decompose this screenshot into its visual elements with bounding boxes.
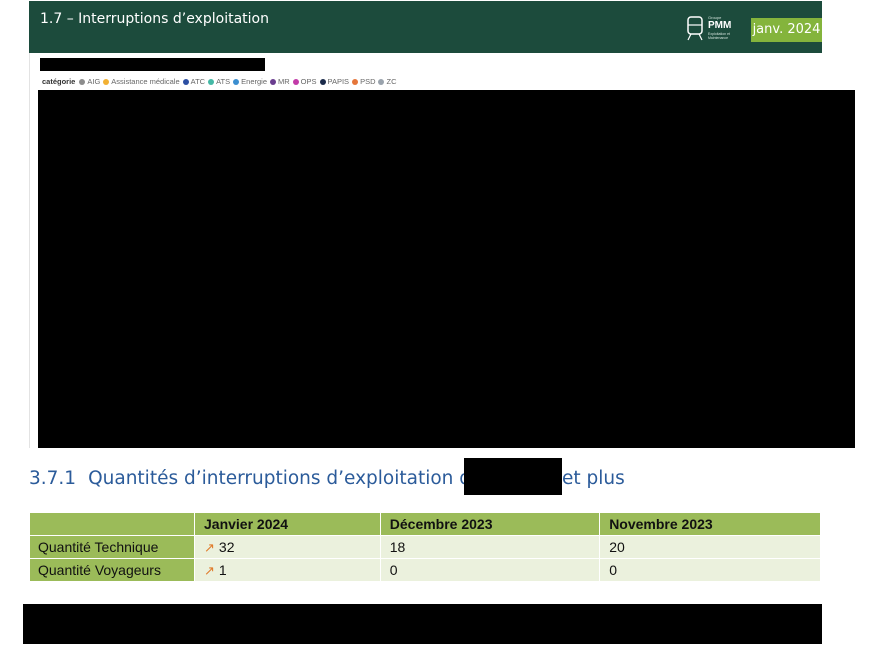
table-cell: 18 bbox=[379, 535, 601, 559]
table-cell: 20 bbox=[599, 535, 821, 559]
table-header-row: Janvier 2024 Décembre 2023 Novembre 2023 bbox=[29, 512, 821, 536]
legend-item: PAPIS bbox=[319, 77, 350, 86]
report-header: 1.7 – Interruptions d’exploitation Group… bbox=[29, 1, 822, 53]
legend-dot-icon bbox=[233, 78, 240, 85]
legend-item: Energie bbox=[233, 77, 267, 86]
table-cell: 0 bbox=[379, 558, 601, 582]
section-title-start: Quantités d’interruptions d’exploitation… bbox=[88, 468, 483, 489]
section-heading: 3.7.1 Quantités d’interruptions d’exploit… bbox=[29, 468, 482, 489]
column-header: Novembre 2023 bbox=[599, 512, 821, 536]
legend-dot-icon bbox=[208, 78, 215, 85]
table-row: Quantité Technique ↗ 32 18 20 bbox=[29, 535, 821, 559]
legend-dot-icon bbox=[182, 78, 189, 85]
section-title-end: et plus bbox=[562, 468, 625, 489]
legend-dot-icon bbox=[378, 78, 385, 85]
legend-item: ZC bbox=[378, 77, 396, 86]
legend-label: MR bbox=[278, 77, 290, 86]
legend-item: ATC bbox=[182, 77, 206, 86]
row-label: Quantité Voyageurs bbox=[29, 558, 195, 582]
train-icon bbox=[687, 16, 703, 41]
legend-label: OPS bbox=[300, 77, 317, 86]
table-corner-cell bbox=[29, 512, 195, 536]
pmm-logo: Groupe PMM Exploitation et Maintenance bbox=[686, 15, 736, 43]
legend-item: AIG bbox=[79, 77, 100, 86]
legend-dot-icon bbox=[270, 78, 276, 85]
table-cell: ↗ 1 bbox=[194, 558, 381, 582]
redacted-footer-block bbox=[23, 604, 822, 644]
table-cell: 0 bbox=[599, 558, 821, 582]
quantities-table: Janvier 2024 Décembre 2023 Novembre 2023… bbox=[29, 512, 821, 582]
logo-name: PMM bbox=[708, 20, 732, 31]
period-badge: janv. 2024 bbox=[751, 18, 822, 42]
section-number: 3.7.1 bbox=[29, 468, 77, 489]
chart-left-border bbox=[29, 53, 30, 448]
trend-up-icon: ↗ bbox=[204, 562, 215, 578]
legend-items: AIG Assistance médicale ATC ATS Energie MR OPS… bbox=[79, 77, 399, 86]
report-title: 1.7 – Interruptions d’exploitation bbox=[40, 11, 269, 27]
chart-legend: catégorie AIG Assistance médicale ATC ATS En… bbox=[42, 77, 399, 86]
trend-up-icon: ↗ bbox=[204, 539, 215, 555]
column-header: Janvier 2024 bbox=[194, 512, 381, 536]
legend-label: Energie bbox=[241, 77, 267, 86]
legend-dot-icon bbox=[319, 78, 326, 85]
legend-label: AIG bbox=[87, 77, 101, 86]
legend-label: PAPIS bbox=[327, 77, 350, 86]
legend-item: OPS bbox=[292, 77, 317, 86]
row-label: Quantité Technique bbox=[29, 535, 195, 559]
cell-value: 32 bbox=[218, 538, 235, 555]
legend-item: MR bbox=[270, 77, 290, 86]
legend-item: ATS bbox=[208, 77, 230, 86]
table-cell: ↗ 32 bbox=[194, 535, 381, 559]
legend-dot-icon bbox=[103, 78, 110, 85]
redacted-chart bbox=[38, 90, 855, 448]
legend-dot-icon bbox=[292, 78, 299, 85]
legend-item: Assistance médicale bbox=[103, 77, 180, 86]
legend-label: PSD bbox=[360, 77, 376, 86]
legend-label: ATS bbox=[216, 77, 231, 86]
legend-label: Assistance médicale bbox=[111, 77, 180, 86]
redacted-heading-text bbox=[464, 458, 562, 495]
legend-dot-icon bbox=[352, 78, 359, 85]
cell-value: 1 bbox=[218, 561, 227, 578]
table-row: Quantité Voyageurs ↗ 1 0 0 bbox=[29, 558, 821, 582]
legend-title: catégorie bbox=[42, 77, 76, 86]
legend-label: ZC bbox=[386, 77, 397, 86]
redacted-chart-title bbox=[40, 58, 265, 71]
logo-tagline: Exploitation et Maintenance bbox=[708, 32, 730, 40]
legend-item: PSD bbox=[352, 77, 375, 86]
legend-label: ATC bbox=[190, 77, 206, 86]
column-header: Décembre 2023 bbox=[379, 512, 601, 536]
legend-dot-icon bbox=[79, 78, 86, 85]
